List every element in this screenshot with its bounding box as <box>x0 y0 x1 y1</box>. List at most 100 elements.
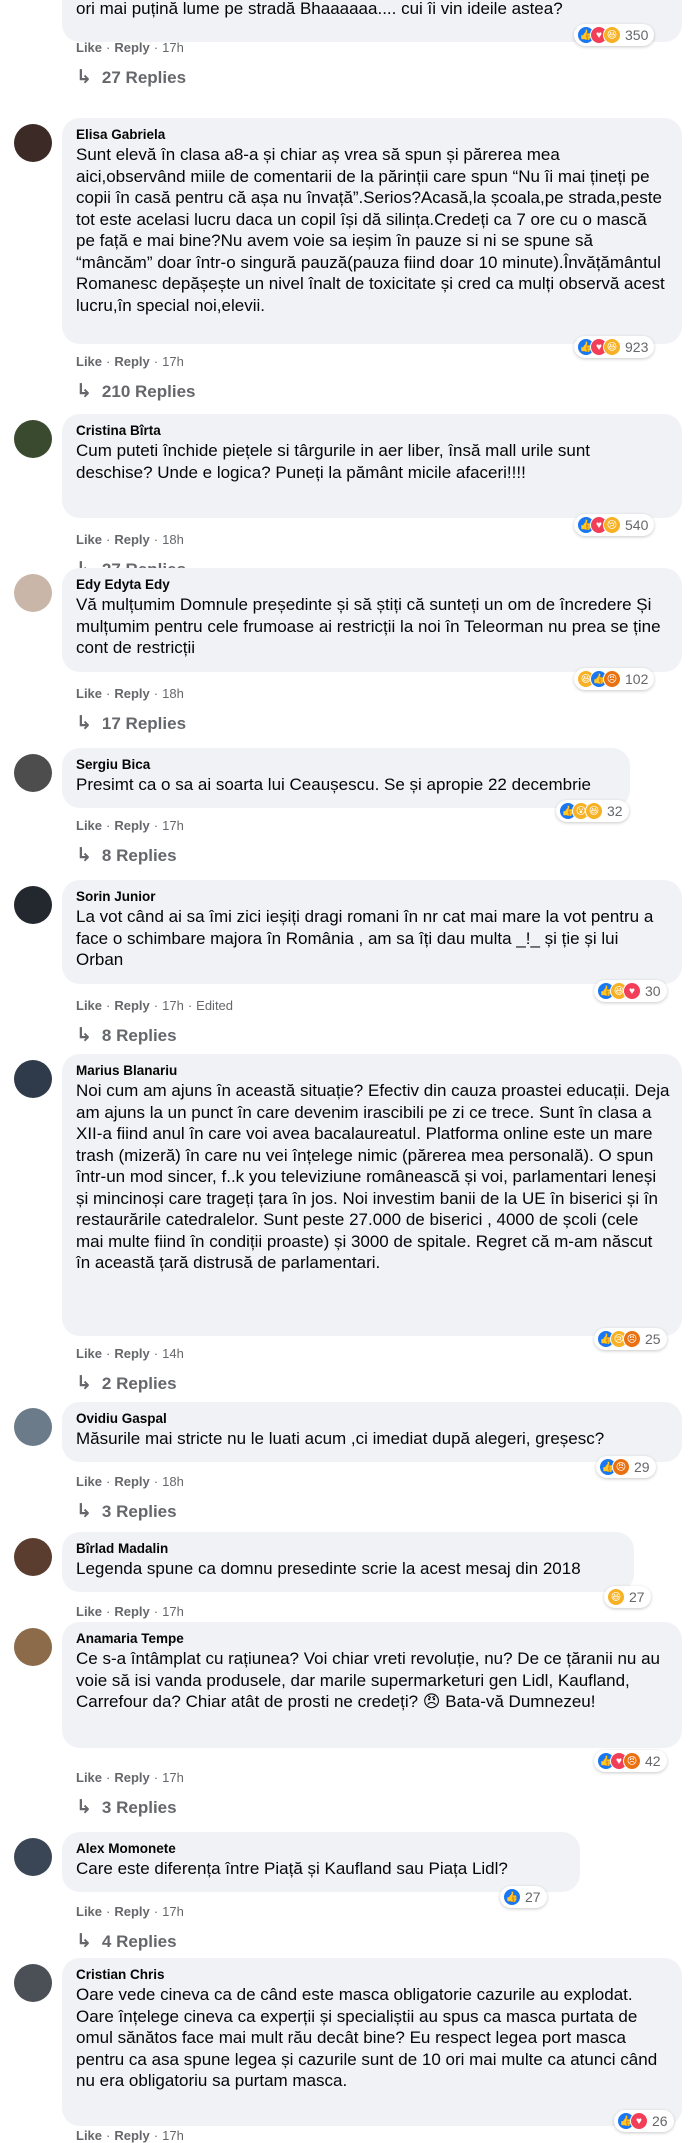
reply-button[interactable]: Reply <box>114 354 149 369</box>
comment-bubble: Ovidiu Gaspal Măsurile mai stricte nu le … <box>62 1402 682 1462</box>
avatar[interactable] <box>14 124 52 162</box>
reactions-summary[interactable]: 👍 ♥ 26 <box>614 2110 674 2132</box>
view-replies-link[interactable]: ↳ 17 Replies <box>76 712 186 735</box>
separator: · <box>106 1604 111 1619</box>
comment-timestamp[interactable]: 18h <box>162 532 184 547</box>
comment-author[interactable]: Anamaria Tempe <box>76 1630 670 1648</box>
separator: · <box>106 354 111 369</box>
comment-timestamp[interactable]: 18h <box>162 686 184 701</box>
reactions-summary[interactable]: 👍 ♥ 😆 350 <box>574 24 655 46</box>
reply-arrow-icon: ↳ <box>76 713 92 734</box>
reply-button[interactable]: Reply <box>114 1604 149 1619</box>
comment-author[interactable]: Sorin Junior <box>76 888 670 906</box>
reactions-summary[interactable]: 👍 😠 29 <box>596 1456 656 1478</box>
comment-author[interactable]: Marius Blanariu <box>76 1062 670 1080</box>
view-replies-link[interactable]: ↳ 2 Replies <box>76 1372 177 1395</box>
like-button[interactable]: Like <box>76 818 102 833</box>
avatar[interactable] <box>14 1538 52 1576</box>
like-button[interactable]: Like <box>76 998 102 1013</box>
comment-author[interactable]: Elisa Gabriela <box>76 126 670 144</box>
reply-button[interactable]: Reply <box>114 818 149 833</box>
like-button[interactable]: Like <box>76 1346 102 1361</box>
edited-label[interactable]: Edited <box>196 998 233 1013</box>
avatar[interactable] <box>14 1628 52 1666</box>
reply-button[interactable]: Reply <box>114 998 149 1013</box>
view-replies-link[interactable]: ↳ 8 Replies <box>76 844 177 867</box>
avatar[interactable] <box>14 1060 52 1098</box>
reactions-summary[interactable]: 👍 ♥ 😢 540 <box>574 514 655 536</box>
comment-timestamp[interactable]: 17h <box>162 1604 184 1619</box>
angry-reaction-icon: 😠 <box>623 1752 641 1770</box>
reply-button[interactable]: Reply <box>114 1346 149 1361</box>
like-button[interactable]: Like <box>76 1904 102 1919</box>
reply-button[interactable]: Reply <box>114 1474 149 1489</box>
reactions-summary[interactable]: 👍 😆 ♥ 30 <box>594 980 667 1002</box>
comment-actions: Like · Reply · 17h · Edited <box>76 998 233 1013</box>
angry-reaction-icon: 😠 <box>623 1330 641 1348</box>
like-button[interactable]: Like <box>76 532 102 547</box>
view-replies-link[interactable]: ↳ 8 Replies <box>76 1024 177 1047</box>
comment-author[interactable]: Edy Edyta Edy <box>76 576 670 594</box>
like-button[interactable]: Like <box>76 40 102 55</box>
reactions-summary[interactable]: 😆 👍 😠 102 <box>574 668 655 690</box>
comment-bubble: Marius Blanariu Noi cum am ajuns în aceas… <box>62 1054 682 1336</box>
reactions-summary[interactable]: 👍 ♥ 😠 42 <box>594 1750 667 1772</box>
comment-timestamp[interactable]: 17h <box>162 40 184 55</box>
comment-timestamp[interactable]: 14h <box>162 1346 184 1361</box>
love-reaction-icon: ♥ <box>630 2112 648 2130</box>
comment-timestamp[interactable]: 17h <box>162 354 184 369</box>
reply-button[interactable]: Reply <box>114 40 149 55</box>
avatar[interactable] <box>14 1838 52 1876</box>
separator: · <box>106 818 111 833</box>
comment-timestamp[interactable]: 17h <box>162 1904 184 1919</box>
reply-button[interactable]: Reply <box>114 532 149 547</box>
reaction-count: 32 <box>607 803 623 819</box>
comment-actions: Like · Reply · 17h <box>76 1604 184 1619</box>
reactions-summary[interactable]: 😆 27 <box>604 1586 651 1608</box>
replies-count: 210 Replies <box>101 381 196 401</box>
avatar[interactable] <box>14 420 52 458</box>
comment-bubble: Sergiu Bica Presimt ca o sa ai soarta lui… <box>62 748 630 808</box>
reply-button[interactable]: Reply <box>114 686 149 701</box>
comment-timestamp[interactable]: 17h <box>162 2128 184 2143</box>
comment-timestamp[interactable]: 18h <box>162 1474 184 1489</box>
like-button[interactable]: Like <box>76 1474 102 1489</box>
sad-reaction-icon: 😢 <box>603 516 621 534</box>
haha-reaction-icon: 😆 <box>603 338 621 356</box>
reply-button[interactable]: Reply <box>114 2128 149 2143</box>
comment-author[interactable]: Ovidiu Gaspal <box>76 1410 670 1428</box>
like-button[interactable]: Like <box>76 1770 102 1785</box>
comment-timestamp[interactable]: 17h <box>162 818 184 833</box>
reactions-summary[interactable]: 👍 ♥ 😆 923 <box>574 336 655 358</box>
comment-author[interactable]: Alex Momonete <box>76 1840 568 1858</box>
comment-author[interactable]: Sergiu Bica <box>76 756 618 774</box>
like-button[interactable]: Like <box>76 686 102 701</box>
view-replies-link[interactable]: ↳ 27 Replies <box>76 66 186 89</box>
avatar[interactable] <box>14 754 52 792</box>
comment-actions: Like · Reply · 17h <box>76 818 184 833</box>
reactions-summary[interactable]: 👍 😢 😠 25 <box>594 1328 667 1350</box>
comment-author[interactable]: Bîrlad Madalin <box>76 1540 622 1558</box>
separator: · <box>187 998 193 1013</box>
like-button[interactable]: Like <box>76 2128 102 2143</box>
comment-author[interactable]: Cristina Bîrta <box>76 422 670 440</box>
reactions-summary[interactable]: 👍 😮 😆 32 <box>556 800 629 822</box>
view-replies-link[interactable]: ↳ 210 Replies <box>76 380 195 403</box>
avatar[interactable] <box>14 574 52 612</box>
separator: · <box>106 1904 111 1919</box>
like-button[interactable]: Like <box>76 354 102 369</box>
view-replies-link[interactable]: ↳ 4 Replies <box>76 1930 177 1953</box>
avatar[interactable] <box>14 1408 52 1446</box>
reply-button[interactable]: Reply <box>114 1770 149 1785</box>
comment-timestamp[interactable]: 17h <box>162 1770 184 1785</box>
reply-button[interactable]: Reply <box>114 1904 149 1919</box>
comment-text: ori mai puțină lume pe stradă Bhaaaaaa..… <box>76 0 563 18</box>
view-replies-link[interactable]: ↳ 3 Replies <box>76 1796 177 1819</box>
like-button[interactable]: Like <box>76 1604 102 1619</box>
comment-author[interactable]: Cristian Chris <box>76 1966 670 1984</box>
avatar[interactable] <box>14 1964 52 2002</box>
avatar[interactable] <box>14 886 52 924</box>
reactions-summary[interactable]: 👍 27 <box>500 1886 547 1908</box>
view-replies-link[interactable]: ↳ 3 Replies <box>76 1500 177 1523</box>
comment-timestamp[interactable]: 17h <box>162 998 184 1013</box>
